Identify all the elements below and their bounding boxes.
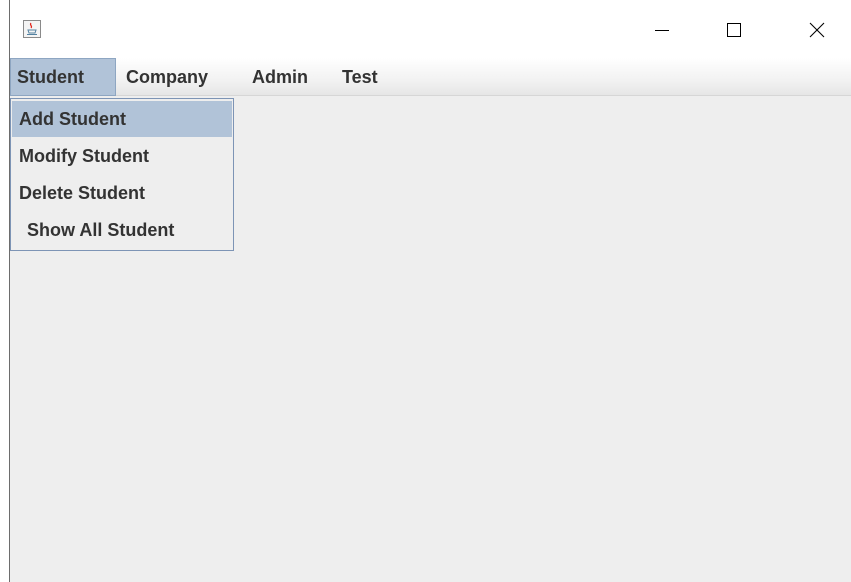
- menu-admin[interactable]: Admin: [246, 58, 314, 96]
- menu-item-modify-student[interactable]: Modify Student: [12, 138, 232, 174]
- menu-test[interactable]: Test: [336, 58, 384, 96]
- menu-bar: Student Company Admin Test: [10, 58, 851, 96]
- menu-item-show-all-student[interactable]: Show All Student: [12, 212, 232, 248]
- menu-item-add-student[interactable]: Add Student: [12, 101, 232, 137]
- maximize-button[interactable]: [711, 10, 757, 50]
- close-icon: [809, 22, 825, 38]
- application-window: Student Company Admin Test Add Student M…: [0, 0, 851, 582]
- title-bar[interactable]: [10, 0, 851, 58]
- close-button[interactable]: [794, 10, 840, 50]
- menu-student[interactable]: Student: [10, 58, 116, 96]
- menu-item-delete-student[interactable]: Delete Student: [12, 175, 232, 211]
- java-coffee-cup-icon[interactable]: [23, 20, 41, 38]
- minimize-icon: [655, 30, 669, 31]
- minimize-button[interactable]: [639, 10, 685, 50]
- menu-company[interactable]: Company: [120, 58, 214, 96]
- student-dropdown-menu: Add Student Modify Student Delete Studen…: [10, 98, 234, 251]
- maximize-icon: [727, 23, 741, 37]
